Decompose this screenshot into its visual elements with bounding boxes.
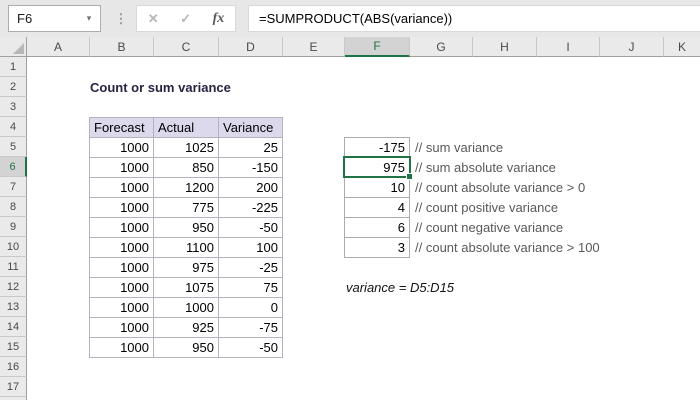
comment-text[interactable]: // count absolute variance > 0	[415, 177, 585, 197]
column-header-b[interactable]: B	[90, 37, 154, 57]
table-cell[interactable]: 1000	[90, 318, 154, 338]
named-range-note[interactable]: variance = D5:D15	[346, 277, 454, 297]
row-header-5[interactable]: 5	[0, 137, 27, 157]
table-cell[interactable]: 1000	[154, 298, 219, 318]
table-cell[interactable]: 850	[154, 158, 219, 178]
row-header-15[interactable]: 15	[0, 337, 27, 357]
excel-window: F6 ▾ ⋮ ✕ ✓ fx =SUMPRODUCT(ABS(variance))…	[0, 0, 700, 400]
table-cell[interactable]: 950	[154, 218, 219, 238]
column-header-j[interactable]: J	[600, 37, 664, 57]
column-header-d[interactable]: D	[219, 37, 283, 57]
column-header-i[interactable]: I	[537, 37, 600, 57]
row-header-6-selected[interactable]: 6	[0, 157, 27, 177]
result-cells: -175 975 10 4 6 3	[344, 137, 410, 258]
sheet-title[interactable]: Count or sum variance	[90, 77, 231, 97]
table-cell[interactable]: 1075	[154, 278, 219, 298]
formula-input[interactable]: =SUMPRODUCT(ABS(variance))	[248, 5, 700, 32]
table-cell[interactable]: -25	[219, 258, 283, 278]
row-header-8[interactable]: 8	[0, 197, 27, 217]
table-cell[interactable]: 775	[154, 198, 219, 218]
column-header-a[interactable]: A	[27, 37, 90, 57]
row-header-4[interactable]: 4	[0, 117, 27, 137]
table-cell[interactable]: -50	[219, 338, 283, 358]
formula-text: =SUMPRODUCT(ABS(variance))	[259, 11, 452, 26]
table-cell[interactable]: -75	[219, 318, 283, 338]
table-cell[interactable]: 1000	[90, 138, 154, 158]
name-box[interactable]: F6 ▾	[8, 5, 101, 32]
table-cell[interactable]: 950	[154, 338, 219, 358]
table-cell[interactable]: 1000	[90, 278, 154, 298]
table-cell[interactable]: -150	[219, 158, 283, 178]
table-cell[interactable]: 1000	[90, 198, 154, 218]
result-cell-f5[interactable]: -175	[345, 138, 410, 158]
table-header-forecast[interactable]: Forecast	[90, 118, 154, 138]
comment-text[interactable]: // count absolute variance > 100	[415, 237, 600, 257]
table-cell[interactable]: 1025	[154, 138, 219, 158]
fill-handle[interactable]	[406, 173, 413, 180]
column-header-row: A B C D E F G H I J K	[0, 37, 700, 57]
column-header-k[interactable]: K	[664, 37, 700, 57]
table-header-actual[interactable]: Actual	[154, 118, 219, 138]
comment-text[interactable]: // count positive variance	[415, 197, 558, 217]
table-header-variance[interactable]: Variance	[219, 118, 283, 138]
table-cell[interactable]: 100	[219, 238, 283, 258]
row-header-7[interactable]: 7	[0, 177, 27, 197]
result-cell-f8[interactable]: 4	[345, 198, 410, 218]
column-header-g[interactable]: G	[410, 37, 473, 57]
insert-function-icon[interactable]: fx	[213, 11, 225, 27]
variance-table: Forecast Actual Variance 1000 1025 25 10…	[89, 117, 283, 358]
table-cell[interactable]: 200	[219, 178, 283, 198]
table-cell[interactable]: 1200	[154, 178, 219, 198]
comment-text[interactable]: // sum absolute variance	[415, 157, 556, 177]
dots-separator-icon: ⋮	[114, 5, 128, 32]
cancel-icon[interactable]: ✕	[148, 11, 159, 27]
column-header-h[interactable]: H	[473, 37, 537, 57]
formula-bar: F6 ▾ ⋮ ✕ ✓ fx =SUMPRODUCT(ABS(variance))	[0, 0, 700, 37]
name-box-value: F6	[9, 11, 78, 26]
row-header-column: 1 2 3 4 5 6 7 8 9 10 11 12 13 14 15 16 1…	[0, 57, 27, 400]
row-header-11[interactable]: 11	[0, 257, 27, 277]
table-cell[interactable]: 1000	[90, 258, 154, 278]
table-cell[interactable]: 1000	[90, 158, 154, 178]
table-cell[interactable]: -225	[219, 198, 283, 218]
row-header-10[interactable]: 10	[0, 237, 27, 257]
formula-buttons: ✕ ✓ fx	[136, 5, 236, 32]
table-cell[interactable]: 975	[154, 258, 219, 278]
row-header-3[interactable]: 3	[0, 97, 27, 117]
table-cell[interactable]: 1000	[90, 338, 154, 358]
table-cell[interactable]: 1000	[90, 298, 154, 318]
row-header-1[interactable]: 1	[0, 57, 27, 77]
result-cell-f10[interactable]: 3	[345, 238, 410, 258]
table-cell[interactable]: 925	[154, 318, 219, 338]
table-cell[interactable]: 0	[219, 298, 283, 318]
row-header-14[interactable]: 14	[0, 317, 27, 337]
table-cell[interactable]: -50	[219, 218, 283, 238]
column-header-f-selected[interactable]: F	[345, 37, 410, 57]
table-cell[interactable]: 1000	[90, 218, 154, 238]
select-all-corner[interactable]	[0, 37, 27, 57]
table-cell[interactable]: 1000	[90, 178, 154, 198]
row-header-2[interactable]: 2	[0, 77, 27, 97]
column-header-e[interactable]: E	[283, 37, 345, 57]
result-cell-f9[interactable]: 6	[345, 218, 410, 238]
result-cell-f6[interactable]: 975	[345, 158, 410, 178]
table-cell[interactable]: 1100	[154, 238, 219, 258]
table-cell[interactable]: 25	[219, 138, 283, 158]
comment-text[interactable]: // count negative variance	[415, 217, 563, 237]
row-header-16[interactable]: 16	[0, 357, 27, 377]
table-cell[interactable]: 1000	[90, 238, 154, 258]
row-header-13[interactable]: 13	[0, 297, 27, 317]
comment-text[interactable]: // sum variance	[415, 137, 503, 157]
row-header-12[interactable]: 12	[0, 277, 27, 297]
chevron-down-icon[interactable]: ▾	[78, 13, 100, 24]
row-header-17[interactable]: 17	[0, 377, 27, 397]
result-cell-f7[interactable]: 10	[345, 178, 410, 198]
enter-icon[interactable]: ✓	[180, 11, 191, 27]
row-header-9[interactable]: 9	[0, 217, 27, 237]
table-cell[interactable]: 75	[219, 278, 283, 298]
column-header-c[interactable]: C	[154, 37, 219, 57]
